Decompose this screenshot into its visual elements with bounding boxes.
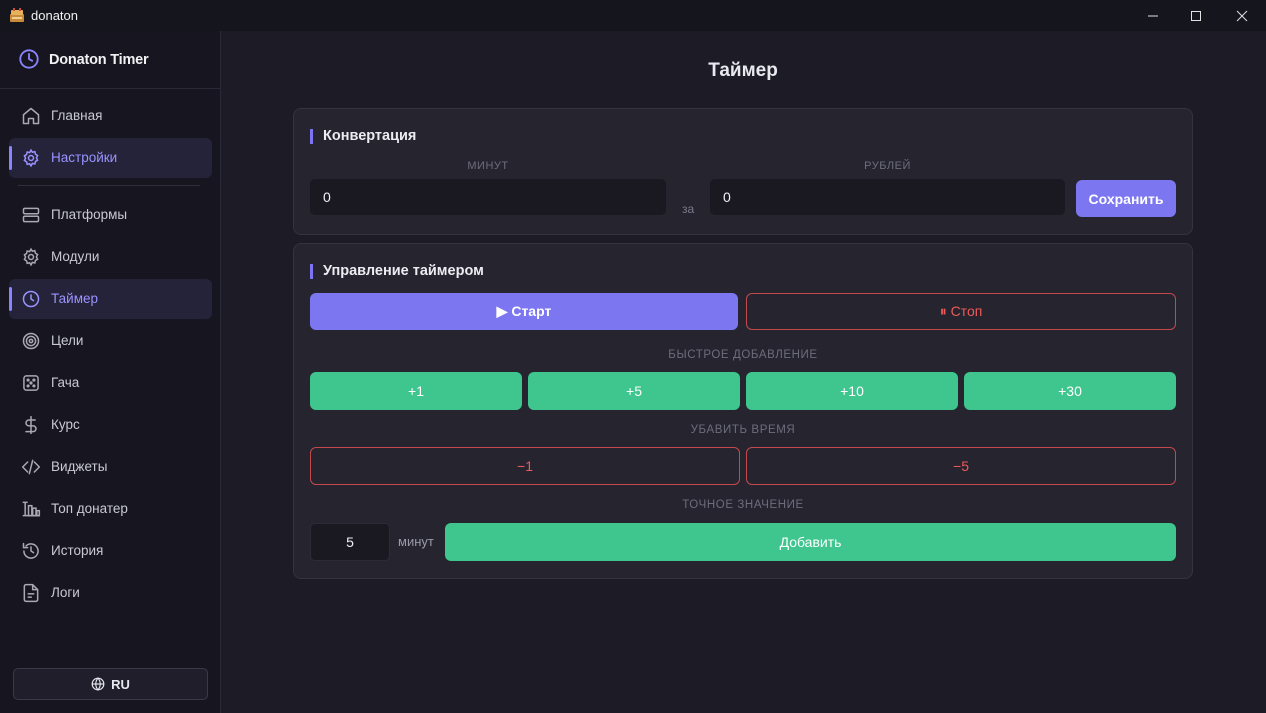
code-icon: [21, 459, 41, 475]
language-button[interactable]: RU: [13, 668, 208, 700]
globe-icon: [91, 677, 105, 691]
subtract-1-button[interactable]: −1: [310, 447, 740, 485]
sidebar-item-modules[interactable]: Модули: [9, 237, 212, 277]
sidebar-item-label: Настройки: [51, 150, 118, 165]
sidebar-item-label: История: [51, 543, 104, 558]
clock-icon: [22, 290, 40, 308]
add-button[interactable]: Добавить: [445, 523, 1176, 561]
sidebar-item-label: Топ донатер: [51, 501, 128, 516]
timer-control-card: Управление таймером ▶ Старт ⏸ Стоп БЫСТР…: [293, 243, 1193, 579]
exact-value-label: ТОЧНОЕ ЗНАЧЕНИЕ: [682, 499, 804, 511]
rubles-input[interactable]: [710, 179, 1065, 215]
exact-value-unit: минут: [398, 534, 434, 549]
sidebar-item-history[interactable]: История: [9, 531, 212, 571]
sidebar-item-label: Гача: [51, 375, 80, 390]
quick-add-5-button[interactable]: +5: [528, 372, 740, 410]
minutes-label: МИНУТ: [467, 160, 509, 172]
sidebar-item-label: Модули: [51, 249, 100, 264]
sidebar: Donaton Timer Главная Настройки Платформ…: [0, 31, 221, 713]
podium-icon: [22, 501, 41, 517]
sidebar-item-logs[interactable]: Логи: [9, 573, 212, 613]
minimize-button[interactable]: [1130, 0, 1176, 31]
sidebar-item-label: Курс: [51, 417, 80, 432]
brand-name: Donaton Timer: [49, 52, 149, 68]
sidebar-item-label: Цели: [51, 333, 84, 348]
sidebar-item-settings[interactable]: Настройки: [9, 138, 212, 178]
clock-icon: [19, 49, 39, 69]
rubles-label: РУБЛЕЙ: [864, 160, 911, 172]
dollar-icon: [25, 415, 37, 435]
minutes-input[interactable]: [310, 179, 666, 215]
subtract-label: УБАВИТЬ ВРЕМЯ: [690, 424, 796, 436]
sidebar-item-rate[interactable]: Курс: [9, 405, 212, 445]
maximize-button[interactable]: [1173, 0, 1219, 31]
page-title: Таймер: [708, 60, 778, 81]
history-icon: [22, 542, 39, 559]
conversion-title: Конвертация: [310, 129, 416, 144]
server-icon: [22, 207, 40, 223]
sidebar-item-label: Таймер: [51, 291, 98, 306]
conversion-card: Конвертация МИНУТ за РУБЛЕЙ Сохранить: [293, 108, 1193, 235]
language-label: RU: [111, 676, 130, 692]
sidebar-item-label: Платформы: [51, 207, 128, 222]
sidebar-item-label: Виджеты: [51, 459, 108, 474]
gear-icon: [23, 247, 39, 267]
sidebar-item-label: Главная: [51, 108, 103, 123]
sidebar-item-top-donator[interactable]: Топ донатер: [9, 489, 212, 529]
file-icon: [23, 583, 39, 603]
minimize-icon: [1148, 15, 1158, 16]
quick-add-1-button[interactable]: +1: [310, 372, 522, 410]
maximize-icon: [1191, 10, 1201, 21]
window-title: donaton: [31, 8, 78, 23]
quick-add-10-button[interactable]: +10: [746, 372, 958, 410]
title-bar: donaton: [0, 0, 1266, 31]
quick-add-30-button[interactable]: +30: [964, 372, 1176, 410]
timer-control-title: Управление таймером: [310, 264, 484, 279]
target-icon: [22, 332, 40, 350]
start-button[interactable]: ▶ Старт: [310, 293, 738, 330]
dice-icon: [23, 375, 39, 391]
brand: Donaton Timer: [0, 31, 220, 89]
close-icon: [1236, 10, 1248, 21]
subtract-5-button[interactable]: −5: [746, 447, 1176, 485]
sidebar-item-platforms[interactable]: Платформы: [9, 195, 212, 235]
sidebar-item-timer[interactable]: Таймер: [9, 279, 212, 319]
quick-add-label: БЫСТРОЕ ДОБАВЛЕНИЕ: [668, 349, 818, 361]
sidebar-item-label: Логи: [51, 585, 80, 600]
home-icon: [22, 107, 40, 125]
sidebar-item-widgets[interactable]: Виджеты: [9, 447, 212, 487]
sidebar-item-gacha[interactable]: Гача: [9, 363, 212, 403]
conversion-connector: за: [682, 202, 695, 216]
sidebar-item-goals[interactable]: Цели: [9, 321, 212, 361]
gear-icon: [23, 148, 39, 168]
save-button[interactable]: Сохранить: [1076, 180, 1176, 217]
exact-value-input[interactable]: [310, 523, 390, 561]
stop-button[interactable]: ⏸ Стоп: [746, 293, 1176, 330]
sidebar-item-home[interactable]: Главная: [9, 96, 212, 136]
sidebar-divider: [18, 185, 200, 186]
close-button[interactable]: [1219, 0, 1265, 31]
app-icon: [10, 8, 24, 22]
